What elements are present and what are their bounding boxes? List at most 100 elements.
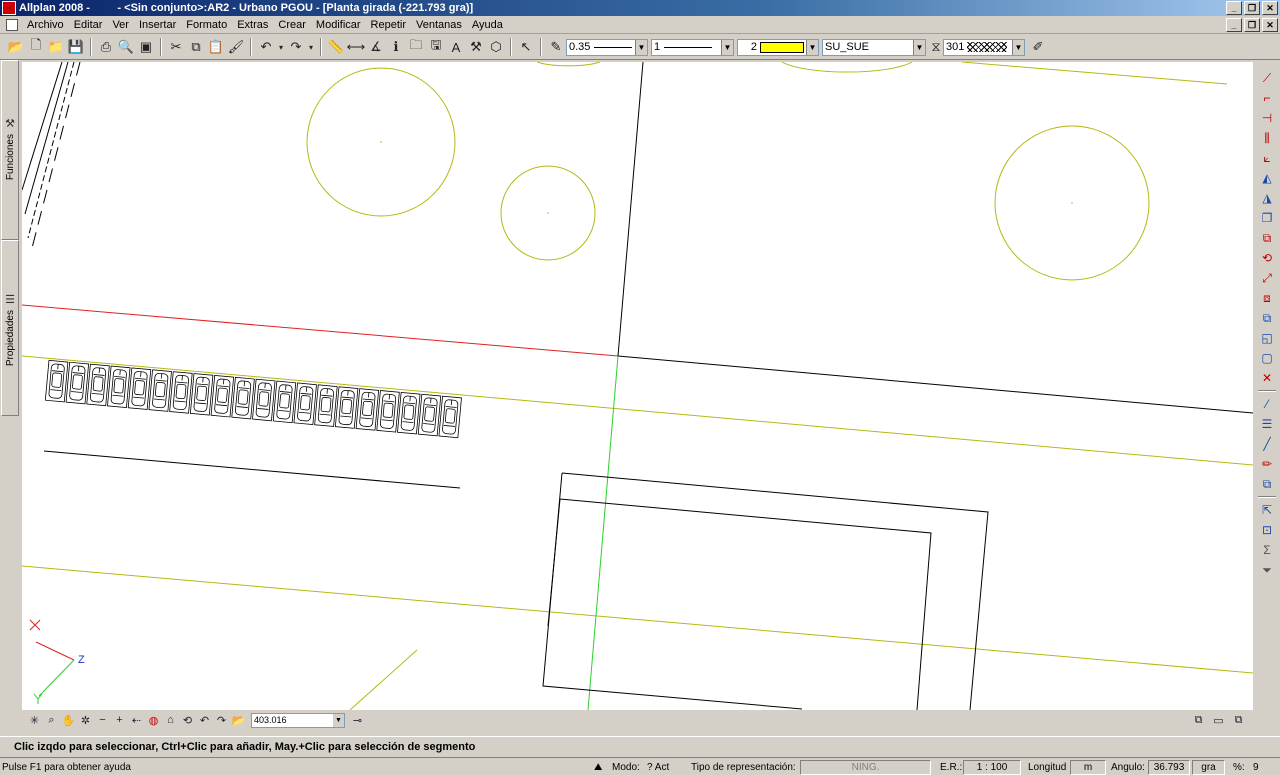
- document-icon[interactable]: [6, 18, 18, 31]
- view-undo-icon[interactable]: ↶: [196, 712, 213, 728]
- cube-3d-icon[interactable]: ⬡: [486, 37, 506, 57]
- select-icon[interactable]: ⇱: [1257, 500, 1277, 520]
- minimize-button[interactable]: _: [1226, 1, 1242, 15]
- tab-funciones[interactable]: ⚒ Funciones: [1, 60, 19, 240]
- select-window-icon[interactable]: ⊡: [1257, 520, 1277, 540]
- menu-archivo[interactable]: Archivo: [22, 19, 69, 31]
- pen-eyedropper-icon[interactable]: ✎: [546, 37, 566, 57]
- info-icon[interactable]: ℹ: [386, 37, 406, 57]
- open-folder-icon[interactable]: 🗀: [406, 37, 426, 57]
- group-icon[interactable]: ⧉: [1257, 474, 1277, 494]
- hatch-settings-icon[interactable]: ⧖: [929, 37, 943, 57]
- zoom-previous-icon[interactable]: ⇠: [128, 712, 145, 728]
- paste-icon[interactable]: 📋: [206, 37, 226, 57]
- format-painter-icon[interactable]: 🖌: [226, 37, 246, 57]
- scale-icon[interactable]: ⤢: [1257, 268, 1277, 288]
- zoom-in-icon[interactable]: +: [111, 712, 128, 728]
- menu-ventanas[interactable]: Ventanas: [411, 19, 467, 31]
- scale-value[interactable]: 1 : 100: [963, 759, 1021, 775]
- sum-icon[interactable]: Σ: [1257, 540, 1277, 560]
- measure-distance-icon[interactable]: 📏: [326, 37, 346, 57]
- drawing-canvas[interactable]: Z: [22, 62, 1253, 710]
- eyedropper-icon[interactable]: ⁄: [1257, 394, 1277, 414]
- line-type-select[interactable]: 1 ▼: [651, 38, 734, 56]
- layout-icon[interactable]: ▣: [136, 37, 156, 57]
- format-properties-icon[interactable]: ✐: [1028, 37, 1048, 57]
- box-icon[interactable]: ▢: [1257, 348, 1277, 368]
- zoom-all-icon[interactable]: ✲: [77, 712, 94, 728]
- layers-icon[interactable]: ☰: [1257, 414, 1277, 434]
- redo-dropdown-icon[interactable]: ▾: [306, 37, 316, 57]
- move-icon[interactable]: ⧉: [1257, 228, 1277, 248]
- print-preview-icon[interactable]: 🔍: [116, 37, 136, 57]
- menu-insertar[interactable]: Insertar: [134, 19, 181, 31]
- text-icon[interactable]: A: [446, 37, 466, 57]
- construction-icon[interactable]: ⚒: [466, 37, 486, 57]
- new-file-icon[interactable]: 🗋: [26, 37, 46, 57]
- save-icon[interactable]: 💾: [66, 37, 86, 57]
- mirror-copy-icon[interactable]: ◮: [1257, 188, 1277, 208]
- mirror-icon[interactable]: ◭: [1257, 168, 1277, 188]
- menu-repetir[interactable]: Repetir: [366, 19, 411, 31]
- fillet-icon[interactable]: ⟀: [1257, 148, 1277, 168]
- regenerate-icon[interactable]: ✳: [26, 712, 43, 728]
- pen-thickness-select[interactable]: 0.35 ▼: [566, 38, 648, 56]
- angle-unit[interactable]: gra: [1192, 759, 1225, 775]
- menu-editar[interactable]: Editar: [69, 19, 108, 31]
- menu-ver[interactable]: Ver: [107, 19, 134, 31]
- pen-icon[interactable]: ✏: [1257, 454, 1277, 474]
- menu-modificar[interactable]: Modificar: [311, 19, 366, 31]
- copy-array-icon[interactable]: ⧉: [1257, 308, 1277, 328]
- layer-select[interactable]: SU_SUE ▼: [822, 38, 926, 56]
- window-cascade-icon[interactable]: ⧉: [1190, 712, 1207, 728]
- filter-icon[interactable]: ⏷: [1257, 560, 1277, 580]
- tab-propiedades[interactable]: ☰ Propiedades: [1, 240, 19, 416]
- doc-close-button[interactable]: ✕: [1262, 18, 1278, 32]
- pan-hand-icon[interactable]: ✋: [60, 712, 77, 728]
- hatch-select[interactable]: 301 ▼: [943, 38, 1025, 56]
- cut-icon[interactable]: ✂: [166, 37, 186, 57]
- stretch-icon[interactable]: ◱: [1257, 328, 1277, 348]
- line-icon[interactable]: ╱: [1257, 434, 1277, 454]
- doc-minimize-button[interactable]: _: [1226, 18, 1242, 32]
- redo-icon[interactable]: ↷: [286, 37, 306, 57]
- representation-value[interactable]: NING.: [800, 759, 931, 775]
- window-tile-icon[interactable]: ▭: [1210, 712, 1227, 728]
- extend-icon[interactable]: ⊣: [1257, 108, 1277, 128]
- view-3d-icon[interactable]: ⌂: [162, 712, 179, 728]
- angle-value[interactable]: 36.793: [1148, 759, 1190, 775]
- menu-crear[interactable]: Crear: [273, 19, 311, 31]
- save-as-icon[interactable]: 🖫: [426, 37, 446, 57]
- close-button[interactable]: ✕: [1262, 1, 1278, 15]
- orbit-icon[interactable]: ⟲: [179, 712, 196, 728]
- restore-button[interactable]: ❐: [1244, 1, 1260, 15]
- undo-dropdown-icon[interactable]: ▾: [276, 37, 286, 57]
- zoom-icon[interactable]: ⌕: [43, 712, 60, 728]
- dimension-icon[interactable]: ⟷: [346, 37, 366, 57]
- open-file-icon[interactable]: 📁: [46, 37, 66, 57]
- trim-icon[interactable]: ⟋: [1257, 68, 1277, 88]
- copy-icon[interactable]: ⧉: [186, 37, 206, 57]
- doc-restore-button[interactable]: ❐: [1244, 18, 1260, 32]
- saved-views-icon[interactable]: 📂: [230, 712, 247, 728]
- color-select[interactable]: 2 ▼: [737, 38, 819, 56]
- measure-angle-icon[interactable]: ∡: [366, 37, 386, 57]
- zoom-out-icon[interactable]: −: [94, 712, 111, 728]
- zoom-scale-select[interactable]: 403.016 ▼: [251, 712, 345, 728]
- window-new-icon[interactable]: ⧉: [1230, 712, 1247, 728]
- open-project-icon[interactable]: 📂: [6, 37, 26, 57]
- offset-lines-icon[interactable]: ⫼: [1257, 128, 1277, 148]
- hidden-line-icon[interactable]: ◍: [145, 712, 162, 728]
- rotate-icon[interactable]: ⟲: [1257, 248, 1277, 268]
- undo-icon[interactable]: ↶: [256, 37, 276, 57]
- length-unit[interactable]: m: [1070, 759, 1106, 775]
- view-redo-icon[interactable]: ↷: [213, 712, 230, 728]
- mode-value[interactable]: ? Act: [647, 759, 669, 775]
- menu-formato[interactable]: Formato: [181, 19, 232, 31]
- delete-icon[interactable]: ✕: [1257, 368, 1277, 388]
- print-icon[interactable]: ⎙: [96, 37, 116, 57]
- select-cursor-icon[interactable]: ↖: [516, 37, 536, 57]
- array-icon[interactable]: ⧈: [1257, 288, 1277, 308]
- pin-icon[interactable]: ⊸: [349, 712, 366, 728]
- menu-ayuda[interactable]: Ayuda: [467, 19, 508, 31]
